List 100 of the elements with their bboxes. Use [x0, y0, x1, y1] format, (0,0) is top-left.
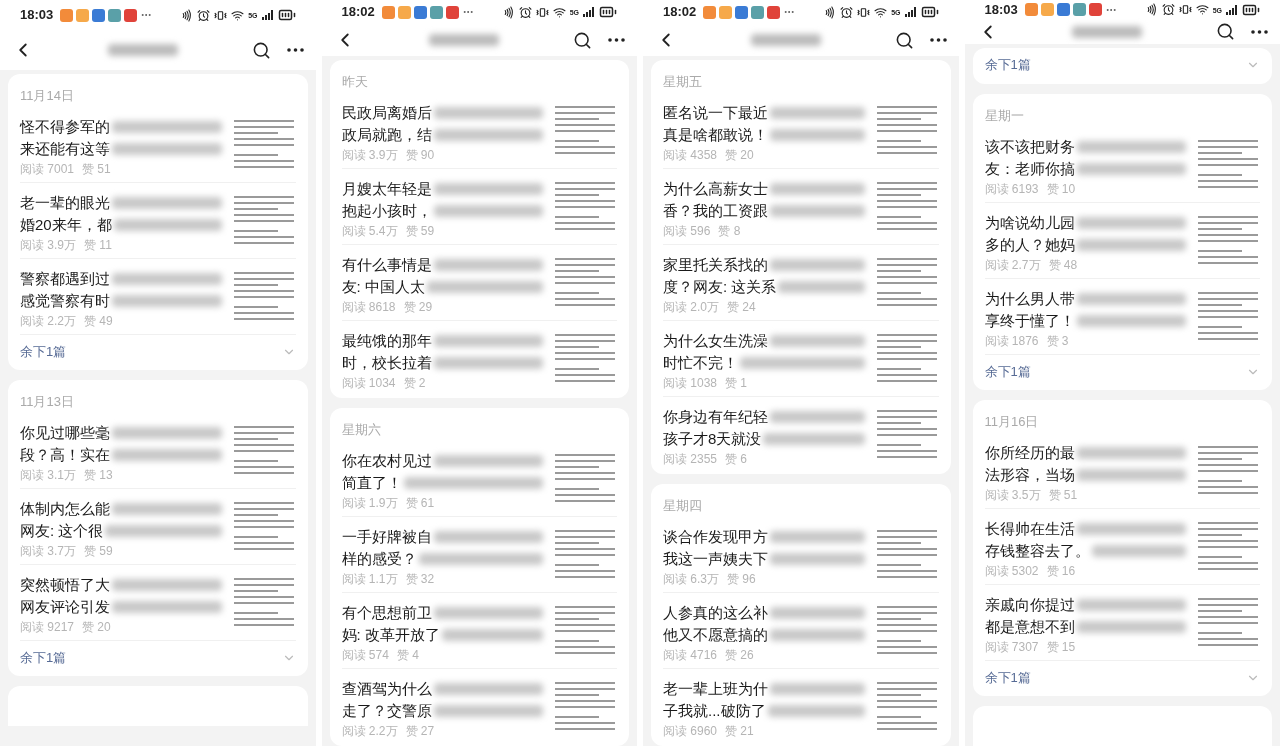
read-count: 阅读 7307: [984, 640, 1039, 654]
app-notification-icon: [1088, 3, 1102, 17]
app-notification-icon: [735, 5, 749, 19]
article-title[interactable]: 为什么女生洗澡: [663, 330, 768, 352]
article-title[interactable]: 真是啥都敢说！: [663, 124, 768, 146]
like-count: 赞 32: [405, 572, 435, 586]
article-title[interactable]: 网友: 这个很: [20, 520, 104, 542]
search-button[interactable]: [894, 30, 914, 50]
article-title[interactable]: 时，校长拉着: [341, 352, 432, 374]
like-count: 赞 61: [405, 496, 435, 510]
article-title[interactable]: 都是意想不到: [984, 616, 1075, 638]
article-title[interactable]: 一手好牌被自: [341, 526, 432, 548]
search-button[interactable]: [573, 30, 592, 50]
like-count: 赞 8: [718, 224, 741, 238]
wifi-icon: [874, 5, 888, 19]
article-title[interactable]: 谈合作发现甲方: [663, 526, 768, 548]
article-title[interactable]: 多的人？她妈: [984, 234, 1075, 256]
article-title[interactable]: 抱起小孩时，: [341, 200, 432, 222]
date-heading: 星期六: [341, 422, 381, 437]
article-title[interactable]: 感觉警察有时: [20, 290, 110, 312]
more-button[interactable]: [929, 38, 947, 42]
read-count: 阅读 596: [663, 224, 711, 238]
article-title[interactable]: 段？高！实在: [20, 444, 110, 466]
nfc-icon: [180, 8, 194, 22]
article-title[interactable]: 长得帅在生活: [984, 518, 1075, 540]
app-notification-icon: [1072, 3, 1086, 17]
article-title[interactable]: 我这一声姨夫下: [663, 548, 768, 570]
article-title[interactable]: 老一辈的眼光: [20, 192, 110, 214]
article-title[interactable]: 时忙不完！: [663, 352, 738, 374]
article-title[interactable]: 来还能有这等: [20, 138, 110, 160]
app-notification-icon: [108, 8, 122, 22]
article-title[interactable]: 样的感受？: [341, 548, 417, 570]
search-button[interactable]: [1216, 22, 1235, 42]
article-title[interactable]: 你所经历的最: [984, 442, 1075, 464]
article-title[interactable]: 友: 中国人太: [341, 276, 425, 298]
more-button[interactable]: [608, 38, 625, 42]
article-title[interactable]: 法形容，当场: [984, 464, 1075, 486]
article-title[interactable]: 警察都遇到过: [20, 268, 110, 290]
article-title[interactable]: 你身边有年纪轻: [663, 406, 768, 428]
article-title[interactable]: 亲戚向你提过: [984, 594, 1075, 616]
show-more-link[interactable]: 余下1篇: [984, 48, 1260, 82]
article-title[interactable]: 老一辈上班为什: [663, 678, 768, 700]
article-title[interactable]: 享终于懂了！: [984, 310, 1075, 332]
search-button[interactable]: [251, 40, 271, 60]
search-icon: [894, 30, 914, 50]
article-title[interactable]: 孩子才8天就没: [663, 428, 762, 450]
date-heading: 11月13日: [20, 394, 74, 409]
show-more-link[interactable]: 余下1篇: [984, 660, 1260, 694]
article-title[interactable]: 家里托关系找的: [663, 254, 768, 276]
like-count: 赞 2: [403, 376, 426, 390]
article-title[interactable]: 人参真的这么补: [663, 602, 768, 624]
article-title[interactable]: 简直了！: [341, 472, 402, 494]
article-title[interactable]: 走了？交警原: [341, 700, 432, 722]
read-count: 阅读 7001: [20, 162, 75, 176]
article-title[interactable]: 突然顿悟了大: [20, 574, 110, 596]
article-title[interactable]: 有个思想前卫: [341, 602, 432, 624]
article-title[interactable]: 有什么事情是: [341, 254, 432, 276]
article-title[interactable]: 你见过哪些毫: [20, 422, 110, 444]
article-title[interactable]: 政局就跑，结: [341, 124, 432, 146]
like-count: 赞 49: [84, 314, 113, 328]
like-count: 赞 1: [725, 376, 748, 390]
app-notification-icon: [703, 5, 717, 19]
show-more-link[interactable]: 余下1篇: [984, 354, 1260, 388]
wifi-icon: [231, 8, 245, 22]
like-count: 赞 51: [82, 162, 111, 176]
like-count: 赞 13: [84, 468, 113, 482]
article-title[interactable]: 为啥说幼儿园: [984, 212, 1075, 234]
show-more-link[interactable]: 余下1篇: [20, 640, 296, 674]
article-title[interactable]: 你在农村见过: [341, 450, 432, 472]
article-title[interactable]: 最纯饿的那年: [341, 330, 432, 352]
article-title[interactable]: 婚20来年，都: [20, 214, 112, 236]
article-title[interactable]: 为什么男人带: [984, 288, 1075, 310]
article-title[interactable]: 查酒驾为什么: [341, 678, 432, 700]
vibrate-icon: [214, 8, 228, 22]
article-title[interactable]: 度？网友: 这关系: [663, 276, 777, 298]
read-count: 阅读 574: [341, 648, 389, 662]
article-title[interactable]: 他又不愿意搞的: [663, 624, 768, 646]
article-title[interactable]: 月嫂太年轻是: [341, 178, 432, 200]
article-title[interactable]: 友：老师你搞: [984, 158, 1075, 180]
app-notification-icon: [397, 5, 411, 19]
blurred-title: [107, 44, 178, 56]
more-button[interactable]: [286, 48, 304, 52]
article-title[interactable]: 网友评论引发: [20, 596, 110, 618]
article-title[interactable]: 为什么高薪女士: [663, 178, 768, 200]
more-button[interactable]: [1251, 29, 1268, 34]
article-title[interactable]: 香？我的工资跟: [663, 200, 768, 222]
signal-icon: [583, 7, 595, 17]
app-notification-icon: [751, 5, 765, 19]
article-title[interactable]: 妈: 改革开放了: [341, 624, 440, 646]
article-title[interactable]: 子我就...破防了: [663, 700, 766, 722]
article-title[interactable]: 存钱整容去了。: [984, 540, 1090, 562]
blurred-title: [750, 34, 821, 46]
article-title[interactable]: 匿名说一下最近: [663, 102, 768, 124]
article-title[interactable]: 民政局离婚后: [341, 102, 432, 124]
article-title[interactable]: 体制内怎么能: [20, 498, 110, 520]
article-title[interactable]: 该不该把财务: [984, 136, 1075, 158]
signal-icon: [904, 7, 917, 17]
show-more-link[interactable]: 余下1篇: [20, 334, 296, 368]
article-title[interactable]: 怪不得参军的: [20, 116, 110, 138]
read-count: 阅读 1.9万: [341, 496, 398, 510]
